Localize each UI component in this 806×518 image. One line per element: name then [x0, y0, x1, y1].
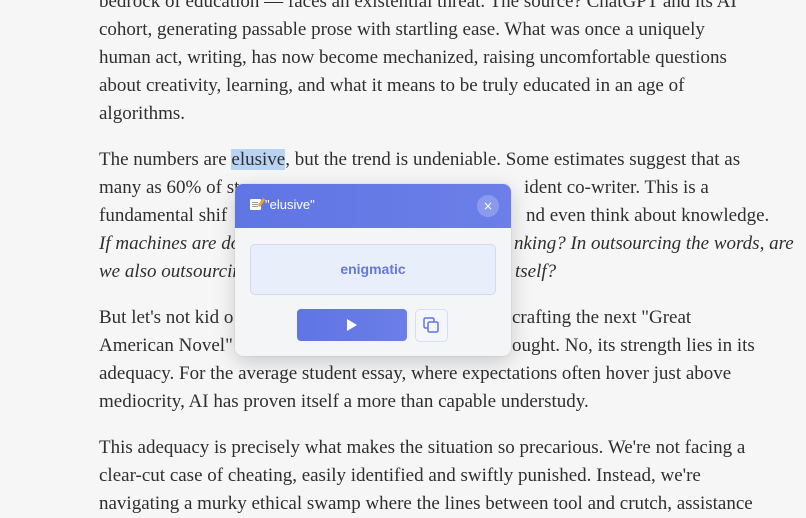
paragraph-line-tail: tself? — [515, 261, 557, 282]
popup-title: "elusive" — [250, 197, 315, 212]
close-button[interactable]: × — [477, 195, 499, 217]
paragraph-line: American Novel" — [99, 335, 233, 356]
paragraph-line-tail: nd even think about knowledge. — [526, 205, 770, 226]
popup-title-text: "elusive" — [265, 197, 315, 212]
text-segment: , but the trend is undeniable. Some esti… — [285, 149, 741, 170]
play-pronunciation-button[interactable] — [297, 309, 407, 341]
translation-box: enigmatic — [250, 244, 496, 295]
paragraph-line: algorithms. — [99, 103, 186, 124]
paragraph-line: cohort, generating passable prose with s… — [99, 19, 705, 40]
popup-header: "elusive" × — [235, 184, 511, 228]
paragraph-line: human act, writing, has now become mecha… — [99, 47, 727, 68]
copy-button[interactable] — [415, 309, 448, 342]
paragraph-line: we also outsourcing — [99, 261, 252, 282]
text-segment: The numbers are — [99, 149, 232, 170]
paragraph-line-tail: ought. No, its strength lies in its — [512, 335, 755, 356]
paragraph-line: The numbers are elusive, but the trend i… — [99, 146, 740, 174]
paragraph-line-tail: crafting the next "Great — [512, 307, 692, 328]
paragraph-line: This adequacy is precisely what makes th… — [99, 437, 746, 458]
paragraph-line: But let's not kid o — [99, 307, 234, 328]
selected-word[interactable]: elusive — [231, 149, 286, 170]
paragraph-line: adequacy. For the average student essay,… — [99, 363, 732, 384]
paragraph-line: clear-cut case of cheating, easily ident… — [99, 465, 701, 486]
close-icon: × — [482, 199, 494, 213]
translation-text: enigmatic — [340, 261, 406, 277]
translation-popup: "elusive" × enigmatic — [235, 184, 511, 356]
memo-icon — [250, 199, 261, 210]
paragraph-line: If machines are doi — [99, 233, 246, 254]
paragraph-line: many as 60% of st — [99, 177, 240, 198]
copy-icon — [423, 317, 439, 333]
paragraph-line: mediocrity, AI has proven itself a more … — [99, 391, 589, 412]
paragraph-line: bedrock of education — faces an existent… — [99, 0, 737, 12]
play-icon — [347, 319, 357, 331]
paragraph-line-tail: ident co-writer. This is a — [524, 177, 709, 198]
paragraph-line-tail: nking? In outsourcing the words, are — [514, 233, 794, 254]
paragraph-line: about creativity, learning, and what it … — [99, 75, 685, 96]
paragraph-line: fundamental shif — [99, 205, 228, 226]
paragraph-line: navigating a murky ethical swamp where t… — [99, 493, 753, 514]
